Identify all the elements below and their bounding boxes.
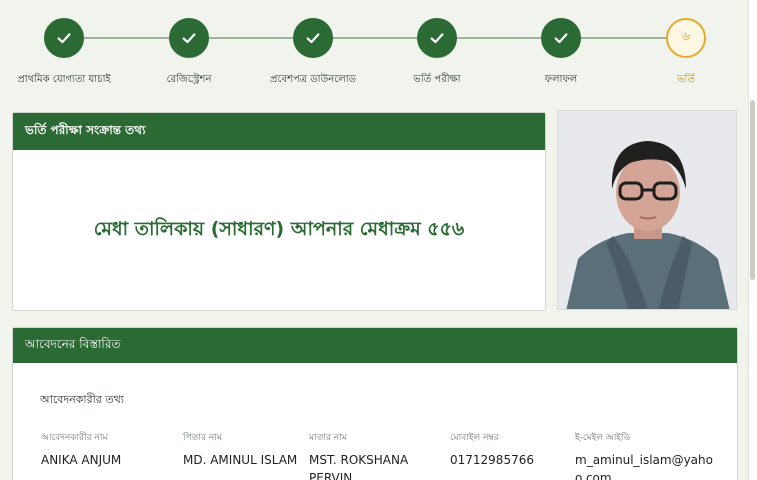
mother-name-label: মাতার নাম [309, 433, 347, 443]
check-icon [430, 33, 444, 44]
application-details-header: আবেদনের বিস্তারিত [13, 328, 737, 363]
step-3-circle [293, 18, 333, 58]
email-label: ই-মেইল আইডি [575, 433, 631, 443]
father-name-label: পিতার নাম [183, 433, 222, 443]
email-value: m_aminul_islam@yahoo.com [575, 453, 713, 480]
progress-stepper: প্রাথমিক যোগ্যতা যাচাই রেজিস্ট্রেশন প্রব… [0, 0, 757, 100]
page-scrollbar-thumb[interactable] [750, 100, 755, 280]
mobile-number-field: মোবাইল নম্বর 01712985766 [450, 430, 560, 469]
step-6-circle: ৬ [666, 18, 706, 58]
step-1-circle [44, 18, 84, 58]
mobile-number-value: 01712985766 [450, 453, 534, 467]
step-5-label: ফলাফল [544, 74, 578, 85]
father-name-value: MD. AMINUL ISLAM [183, 453, 298, 467]
merit-position-text: মেধা তালিকায় (সাধারণ) আপনার মেধাক্রম ৫৫… [93, 218, 465, 240]
mobile-number-label: মোবাইল নম্বর [450, 433, 499, 443]
exam-info-header: ভর্তি পরীক্ষা সংক্রান্ত তথ্য [13, 113, 545, 150]
applicant-photo-image [558, 111, 736, 309]
step-2-circle [169, 18, 209, 58]
step-4-label: ভর্তি পরীক্ষা [413, 74, 461, 85]
father-name-field: পিতার নাম MD. AMINUL ISLAM [183, 430, 303, 469]
applicant-info-title: আবেদনকারীর তথ্য [40, 393, 124, 406]
check-icon [554, 33, 568, 44]
applicant-name-value: ANIKA ANJUM [41, 453, 122, 467]
check-icon [306, 33, 320, 44]
email-field: ই-মেইল আইডি m_aminul_islam@yahoo.com [575, 430, 715, 480]
mother-name-field: মাতার নাম MST. ROKSHANA PERVIN [309, 430, 425, 480]
step-4-circle [417, 18, 457, 58]
exam-info-card: ভর্তি পরীক্ষা সংক্রান্ত তথ্য মেধা তালিকা… [12, 112, 546, 311]
step-2-label: রেজিস্ট্রেশন [166, 74, 212, 85]
applicant-name-field: আবেদনকারীর নাম ANIKA ANJUM [41, 430, 171, 469]
applicant-photo [557, 110, 737, 310]
applicant-name-label: আবেদনকারীর নাম [41, 433, 108, 443]
check-icon [182, 33, 196, 44]
check-icon [57, 33, 71, 44]
mother-name-value: MST. ROKSHANA PERVIN [309, 453, 409, 480]
step-6-label: ভর্তি [677, 74, 695, 85]
stepper-line [64, 37, 688, 39]
step-6-number: ৬ [682, 29, 690, 43]
application-details-card: আবেদনের বিস্তারিত আবেদনকারীর তথ্য আবেদনক… [12, 327, 738, 480]
step-5-circle [541, 18, 581, 58]
step-3-label: প্রবেশপত্র ডাউনলোড [269, 74, 357, 85]
step-1-label: প্রাথমিক যোগ্যতা যাচাই [17, 74, 111, 85]
